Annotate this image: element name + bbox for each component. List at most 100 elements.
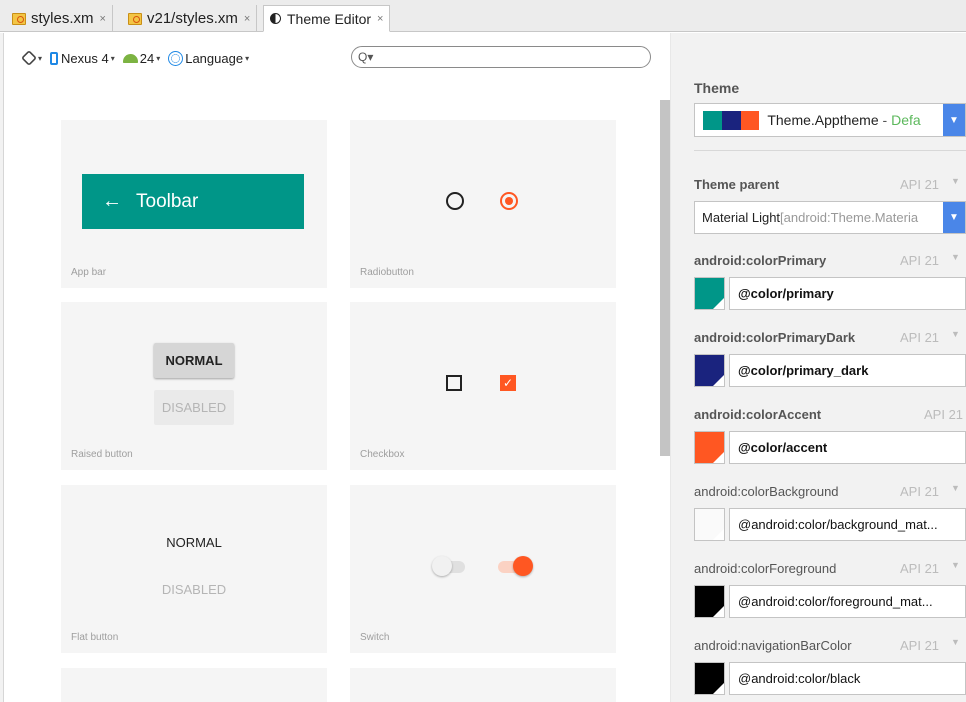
language-label: Language bbox=[185, 50, 244, 66]
search-input[interactable]: Q▾ bbox=[351, 46, 651, 68]
api-level-label: 24 bbox=[139, 50, 155, 66]
api-badge: API 21 bbox=[900, 330, 940, 345]
chevron-down-icon[interactable]: ▼ bbox=[951, 252, 960, 262]
toolbar-preview: ← Toolbar bbox=[82, 174, 304, 229]
raised-normal-button[interactable]: NORMAL bbox=[154, 343, 234, 378]
close-icon[interactable]: × bbox=[100, 13, 106, 25]
gutter bbox=[0, 33, 4, 702]
card-label: Switch bbox=[360, 632, 390, 643]
close-icon[interactable]: × bbox=[244, 13, 250, 25]
editor-tab-bar: styles.xm × v21/styles.xm × Theme Editor… bbox=[0, 0, 966, 32]
theme-attributes-panel: Theme Theme.Apptheme - Defa ▼ Theme pare… bbox=[671, 33, 966, 702]
card-label: Flat button bbox=[71, 632, 119, 643]
toolbar-title: Toolbar bbox=[136, 190, 199, 212]
theme-heading: Theme bbox=[694, 80, 740, 96]
api-level-button[interactable]: 24 ▾ bbox=[122, 50, 161, 66]
theme-name: Theme.Apptheme - Defa bbox=[767, 112, 921, 128]
language-button[interactable]: Language ▾ bbox=[168, 50, 250, 66]
attribute-value-field[interactable]: @android:color/foreground_mat... bbox=[729, 585, 966, 618]
chevron-down-icon: ▾ bbox=[156, 53, 161, 63]
preview-scrollbar[interactable] bbox=[660, 100, 670, 456]
api-badge: API 21 bbox=[900, 638, 940, 653]
api-badge: API 21 bbox=[900, 177, 940, 192]
flat-button-preview-card: NORMAL DISABLED Flat button bbox=[61, 485, 327, 653]
raised-button-preview-card: NORMAL DISABLED Raised button bbox=[61, 302, 327, 470]
chevron-down-icon: ▾ bbox=[38, 53, 43, 63]
chevron-down-icon[interactable]: ▼ bbox=[951, 560, 960, 570]
color-swatch[interactable] bbox=[694, 354, 725, 387]
api-badge: API 21 bbox=[900, 484, 940, 499]
preview-card bbox=[350, 668, 616, 702]
attribute-value-field[interactable]: @android:color/black bbox=[729, 662, 966, 695]
attribute-name: android:colorPrimary bbox=[694, 253, 827, 268]
radiobutton-preview-card: Radiobutton bbox=[350, 120, 616, 288]
radio-unchecked[interactable] bbox=[446, 192, 464, 210]
switch-on[interactable] bbox=[513, 556, 533, 576]
switch-preview-card: Switch bbox=[350, 485, 616, 653]
primary-swatch bbox=[703, 110, 722, 130]
checkbox-checked[interactable]: ✓ bbox=[500, 375, 516, 391]
card-label: App bar bbox=[71, 267, 107, 278]
card-label: Raised button bbox=[71, 449, 133, 460]
chevron-down-icon[interactable]: ▼ bbox=[943, 104, 965, 136]
color-swatch[interactable] bbox=[694, 508, 725, 541]
orientation-button[interactable]: ▾ bbox=[21, 50, 43, 66]
card-label: Radiobutton bbox=[360, 267, 414, 278]
attribute-name: android:colorAccent bbox=[694, 407, 822, 422]
accent-swatch bbox=[740, 110, 760, 130]
attribute-name: android:colorForeground bbox=[694, 561, 837, 576]
device-label: Nexus 4 bbox=[61, 50, 109, 66]
color-swatch[interactable] bbox=[694, 662, 725, 695]
xml-file-icon bbox=[128, 12, 142, 25]
chevron-down-icon[interactable]: ▼ bbox=[943, 202, 965, 233]
globe-icon bbox=[168, 50, 184, 66]
preview-toolbar: ▾ Nexus 4 ▾ 24 ▾ Language ▾ bbox=[21, 46, 257, 70]
color-swatch[interactable] bbox=[694, 585, 725, 618]
tab-styles-xml[interactable]: styles.xm × bbox=[6, 5, 113, 32]
primary-dark-swatch bbox=[721, 110, 741, 130]
flat-normal-button[interactable]: NORMAL bbox=[61, 535, 327, 550]
checkbox-preview-card: ✓ Checkbox bbox=[350, 302, 616, 470]
theme-parent-dropdown[interactable]: Material Light [android:Theme.Materia ▼ bbox=[694, 201, 966, 234]
device-button[interactable]: Nexus 4 ▾ bbox=[50, 51, 115, 66]
tab-label: styles.xm bbox=[31, 10, 94, 27]
attribute-value-field[interactable]: @color/primary_dark bbox=[729, 354, 966, 387]
chevron-down-icon[interactable]: ▼ bbox=[951, 176, 960, 186]
chevron-down-icon[interactable]: ▼ bbox=[951, 483, 960, 493]
chevron-down-icon: ▾ bbox=[110, 53, 115, 63]
rotate-icon bbox=[21, 50, 37, 66]
chevron-down-icon: ▾ bbox=[245, 53, 250, 63]
api-badge: API 21 bbox=[900, 253, 940, 268]
search-icon: Q▾ bbox=[358, 50, 374, 64]
attribute-value-field[interactable]: @android:color/background_mat... bbox=[729, 508, 966, 541]
android-icon bbox=[122, 53, 138, 63]
theme-dropdown[interactable]: Theme.Apptheme - Defa ▼ bbox=[694, 103, 966, 137]
radio-checked[interactable] bbox=[500, 192, 518, 210]
back-arrow-icon: ← bbox=[102, 190, 122, 212]
close-icon[interactable]: × bbox=[377, 13, 383, 25]
tab-v21-styles-xml[interactable]: v21/styles.xm × bbox=[122, 5, 258, 32]
attribute-value-field[interactable]: @color/accent bbox=[729, 431, 966, 464]
chevron-down-icon[interactable]: ▼ bbox=[951, 329, 960, 339]
api-badge: API 21 bbox=[900, 561, 940, 576]
theme-editor-icon bbox=[270, 13, 281, 24]
tab-label: Theme Editor bbox=[287, 10, 372, 27]
api-badge: API 21 bbox=[924, 407, 964, 422]
xml-file-icon bbox=[12, 12, 26, 25]
switch-off[interactable] bbox=[432, 556, 452, 576]
attribute-value-field[interactable]: @color/primary bbox=[729, 277, 966, 310]
attribute-name: android:colorPrimaryDark bbox=[694, 330, 856, 345]
color-swatch[interactable] bbox=[694, 431, 725, 464]
phone-icon bbox=[50, 51, 59, 65]
attribute-name: android:navigationBarColor bbox=[694, 638, 852, 653]
attribute-name: android:colorBackground bbox=[694, 484, 839, 499]
card-label: Checkbox bbox=[360, 449, 405, 460]
theme-parent-label: Theme parent bbox=[694, 177, 780, 192]
tab-label: v21/styles.xm bbox=[147, 10, 238, 27]
tab-theme-editor[interactable]: Theme Editor × bbox=[263, 5, 391, 32]
checkbox-unchecked[interactable] bbox=[446, 375, 462, 391]
divider bbox=[694, 150, 966, 151]
chevron-down-icon[interactable]: ▼ bbox=[951, 637, 960, 647]
color-swatch[interactable] bbox=[694, 277, 725, 310]
flat-disabled-button: DISABLED bbox=[161, 582, 227, 597]
